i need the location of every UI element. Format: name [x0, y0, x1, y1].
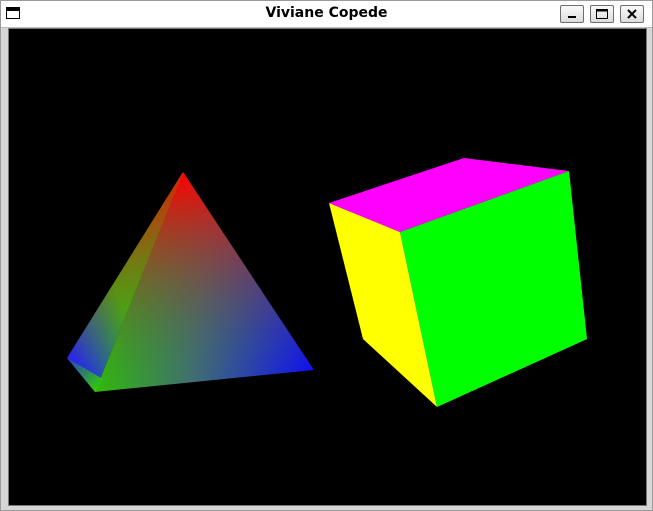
- close-button[interactable]: [620, 5, 644, 23]
- close-icon: [627, 9, 637, 19]
- maximize-button[interactable]: [590, 5, 614, 23]
- cube: [329, 158, 587, 407]
- title-bar[interactable]: Viviane Copede: [1, 1, 652, 28]
- minimize-icon: [568, 16, 576, 18]
- maximize-icon: [596, 9, 608, 19]
- app-window: Viviane Copede: [0, 0, 653, 511]
- minimize-button[interactable]: [560, 5, 584, 23]
- gl-viewport[interactable]: [8, 28, 647, 506]
- scene-canvas: [67, 158, 587, 407]
- pyramid: [67, 172, 314, 392]
- window-title: Viviane Copede: [265, 5, 388, 21]
